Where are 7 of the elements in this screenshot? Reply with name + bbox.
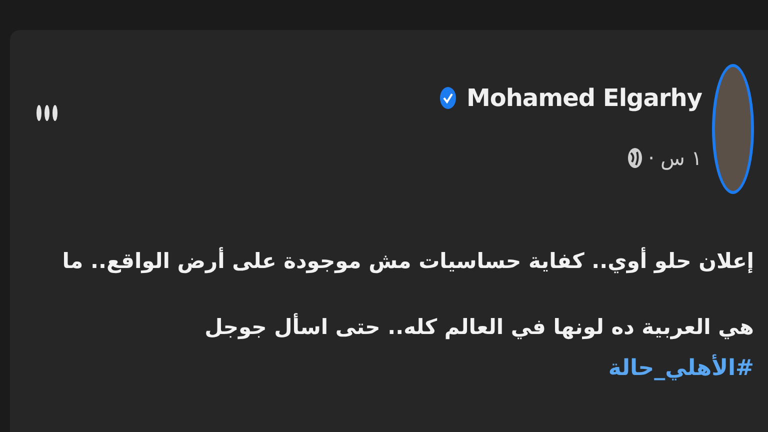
author-name[interactable]: Mohamed Elgarhy <box>466 84 702 112</box>
separator-dot: · <box>648 146 654 170</box>
globe-icon <box>628 148 642 168</box>
post-time[interactable]: ١ س <box>660 146 702 170</box>
hashtag-link[interactable]: #الأهلي_حالة <box>608 354 754 384</box>
more-options-icon[interactable] <box>36 104 58 122</box>
post-text: إعلان حلو أوي.. كفاية حساسيات مش موجودة على أرض الواقع.. ما هي العربية ده لونها في العالم كله.. حتى اسأل جوجل <box>61 246 754 342</box>
